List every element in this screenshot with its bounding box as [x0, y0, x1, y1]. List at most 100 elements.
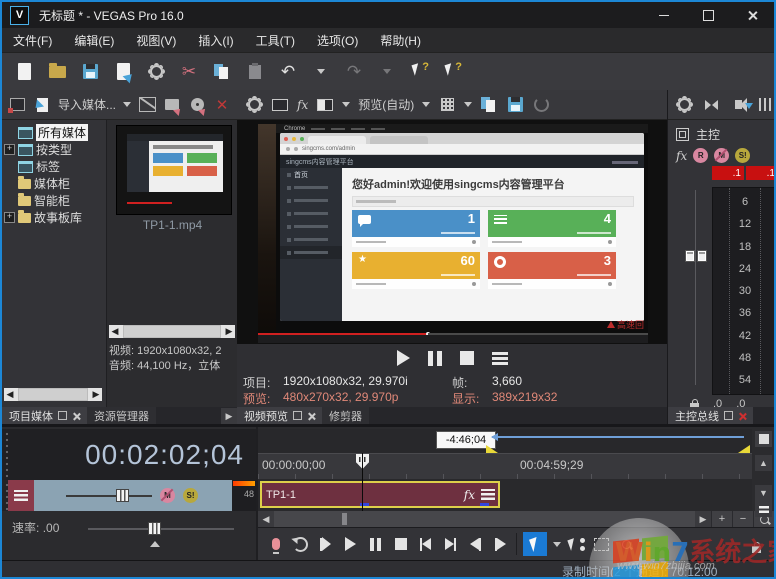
tree-item-media-bins[interactable]: 媒体柜 [2, 175, 106, 192]
loop-end-marker[interactable] [738, 445, 750, 453]
tab-master-bus[interactable]: 主控总线 [668, 407, 753, 424]
chevron-down-icon[interactable] [342, 102, 350, 107]
prev-frame-button[interactable] [466, 533, 485, 555]
menu-view[interactable]: 视图(V) [125, 28, 187, 52]
minimize-button[interactable] [642, 2, 686, 28]
envelope-tool-button[interactable] [567, 533, 586, 555]
auto-preview-button[interactable] [138, 96, 156, 114]
tree-item-by-type[interactable]: 按类型 [2, 141, 106, 158]
properties-button[interactable] [144, 60, 168, 84]
zoom-edit-tool-button[interactable] [617, 533, 636, 555]
tab-project-media[interactable]: 项目媒体 [2, 407, 87, 424]
scroll-right-icon[interactable]: ▶ [90, 389, 102, 400]
play-icon[interactable] [397, 350, 410, 366]
whats-this-help-button[interactable] [441, 60, 465, 84]
maximize-button[interactable] [686, 2, 730, 28]
close-button[interactable] [730, 2, 774, 28]
new-bin-button[interactable] [8, 96, 26, 114]
scrollbar-track[interactable] [274, 511, 695, 527]
menu-edit[interactable]: 编辑(E) [63, 28, 125, 52]
media-thumbnail[interactable] [116, 125, 232, 215]
tab-trimmer[interactable]: 修剪器 [322, 407, 369, 424]
event-fx-button[interactable]: fx [464, 488, 475, 502]
scroll-up-button[interactable]: ▲ [755, 455, 772, 471]
extract-audio-button[interactable] [188, 96, 206, 114]
undo-dropdown[interactable] [309, 60, 333, 84]
chevron-down-icon[interactable] [553, 542, 561, 547]
tab-overflow-button[interactable]: ▶ [221, 408, 237, 424]
rate-slider[interactable] [88, 528, 234, 530]
import-media-button[interactable] [33, 96, 51, 114]
timeline-event[interactable]: TP1-1 fx [260, 481, 500, 508]
undock-icon[interactable] [293, 411, 302, 420]
track-height-button[interactable] [755, 501, 772, 517]
scrollbar-thumb[interactable] [18, 388, 88, 401]
remove-media-button[interactable]: ✕ [213, 96, 231, 114]
split-screen-button[interactable] [316, 96, 334, 114]
tree-item-storyboard-bins[interactable]: 故事板库 [2, 209, 106, 226]
normal-edit-tool-button[interactable] [523, 532, 547, 556]
scroll-left-button[interactable]: ◀ [258, 511, 274, 527]
scrollbar-thumb[interactable] [342, 513, 347, 525]
save-snapshot-button[interactable] [506, 96, 524, 114]
cut-button[interactable]: ✂ [177, 60, 201, 84]
render-as-button[interactable] [111, 60, 135, 84]
track-mute-icon[interactable] [160, 488, 175, 503]
chevron-down-icon[interactable] [123, 102, 131, 107]
tree-item-smart-bins[interactable]: 智能柜 [2, 192, 106, 209]
undock-icon[interactable] [724, 411, 733, 420]
interactive-tutorials-button[interactable] [408, 60, 432, 84]
scroll-left-icon[interactable]: ◀ [4, 389, 16, 400]
close-tab-icon[interactable] [738, 412, 746, 420]
import-media-label[interactable]: 导入媒体... [58, 96, 116, 113]
expand-plus-icon[interactable] [4, 144, 15, 155]
track-volume-slider[interactable] [66, 495, 152, 497]
capture-video-button[interactable] [163, 96, 181, 114]
next-frame-button[interactable] [491, 533, 510, 555]
scroll-left-icon[interactable]: ◀ [109, 326, 121, 337]
menu-file[interactable]: 文件(F) [2, 28, 63, 52]
pause-icon[interactable] [428, 351, 442, 366]
open-button[interactable] [45, 60, 69, 84]
tab-video-preview[interactable]: 视频预览 [237, 407, 322, 424]
close-tab-icon[interactable] [72, 412, 80, 420]
timeline-ruler[interactable]: 00:00:00;00 00:04:59;29 [258, 453, 752, 480]
loop-region-line[interactable] [492, 436, 744, 438]
rate-handle[interactable] [148, 522, 161, 535]
clip-indicator-left[interactable]: .1 [712, 166, 744, 180]
media-h-scrollbar[interactable]: ◀ ▶ [109, 325, 235, 338]
scrollbar-thumb[interactable] [123, 325, 221, 338]
chevron-down-icon[interactable] [422, 102, 430, 107]
stop-button[interactable] [391, 533, 410, 555]
external-monitor-button[interactable] [271, 96, 289, 114]
mixing-console-button[interactable] [756, 96, 774, 114]
play-button[interactable] [341, 533, 360, 555]
master-fader-handle[interactable] [685, 250, 707, 262]
chevron-down-icon[interactable] [464, 102, 472, 107]
automation-settings-icon[interactable] [693, 148, 708, 163]
solo-icon[interactable] [735, 148, 750, 163]
pause-button[interactable] [366, 533, 385, 555]
tab-explorer[interactable]: 资源管理器 [87, 407, 156, 424]
close-tab-icon[interactable] [307, 412, 315, 420]
insert-bus-button[interactable] [702, 96, 720, 114]
overlays-button[interactable] [438, 96, 456, 114]
copy-snapshot-button[interactable] [480, 96, 498, 114]
scroll-down-button[interactable]: ▼ [755, 485, 772, 501]
tree-item-tags[interactable]: 标签 [2, 158, 106, 175]
menu-insert[interactable]: 插入(I) [187, 28, 244, 52]
track-menu-button[interactable] [8, 480, 34, 511]
lock-button[interactable] [747, 536, 766, 558]
clip-indicator-right[interactable]: .1 [746, 166, 776, 180]
scroll-right-icon[interactable]: ▶ [223, 326, 235, 337]
copy-button[interactable] [210, 60, 234, 84]
video-output-fx-button[interactable]: fx [297, 98, 308, 112]
undo-button[interactable]: ↶ [276, 60, 300, 84]
expand-plus-icon[interactable] [4, 212, 15, 223]
cursor-timecode[interactable]: 00:02:02;04 [8, 429, 256, 480]
zoom-in-button[interactable]: + [711, 511, 732, 527]
preview-menu-icon[interactable] [492, 352, 508, 365]
undock-icon[interactable] [58, 411, 67, 420]
mute-icon[interactable] [714, 148, 729, 163]
menu-options[interactable]: 选项(O) [306, 28, 369, 52]
